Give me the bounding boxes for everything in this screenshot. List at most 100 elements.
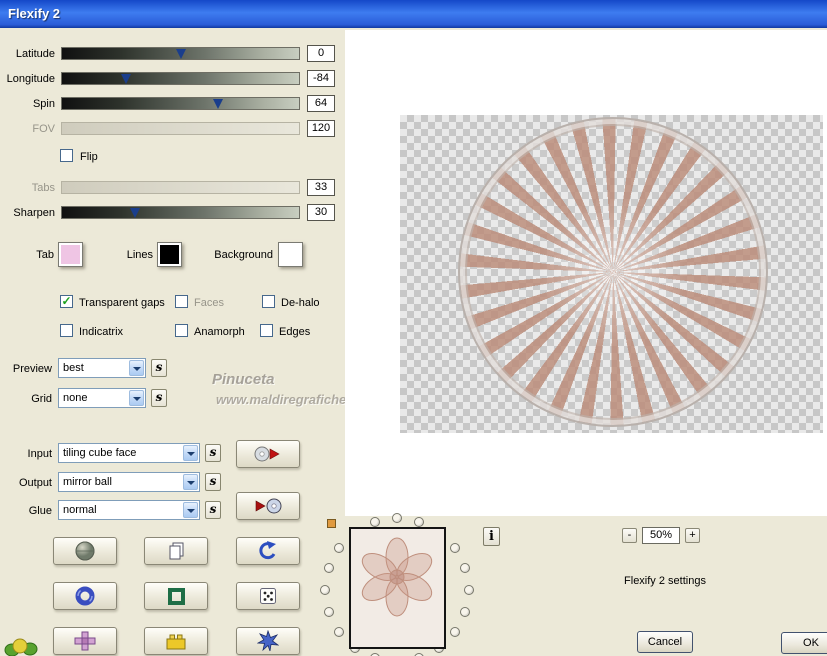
lines-color-swatch[interactable] — [157, 242, 182, 267]
brick-button[interactable] — [144, 627, 208, 655]
undo-button[interactable] — [236, 537, 300, 565]
dice-icon — [260, 588, 276, 604]
anamorph-checkbox[interactable] — [175, 324, 188, 337]
preset-dot[interactable] — [464, 585, 474, 595]
grid-label: Grid — [31, 393, 52, 405]
tabs-label: Tabs — [31, 182, 55, 194]
flexify2-dialog: Flexify 2 Latitude 0 Longitude -84 Spin … — [0, 0, 827, 656]
sphere-button[interactable] — [53, 537, 117, 565]
latitude-value[interactable]: 0 — [307, 45, 335, 62]
flame-flower-icon[interactable] — [4, 634, 40, 656]
star-polyhedron-button[interactable] — [236, 627, 300, 655]
green-frame-icon — [168, 588, 185, 605]
sharpen-row: Sharpen 30 — [0, 204, 345, 224]
transparent-gaps-label: Transparent gaps — [79, 297, 165, 309]
preset-dot[interactable] — [333, 627, 344, 638]
tab-color-swatch[interactable] — [58, 242, 83, 267]
cancel-button[interactable]: Cancel — [637, 631, 693, 653]
spin-value[interactable]: 64 — [307, 95, 335, 112]
preview-select[interactable]: best — [58, 358, 146, 378]
indicatrix-checkbox[interactable] — [60, 324, 73, 337]
flip-label: Flip — [80, 151, 98, 163]
input-random-button[interactable]: s — [205, 444, 221, 462]
torus-button[interactable] — [53, 582, 117, 610]
preset-dot[interactable] — [392, 513, 402, 523]
preview-canvas[interactable] — [345, 30, 827, 516]
thumbnail-flower-image — [361, 537, 433, 617]
chevron-down-icon[interactable] — [183, 474, 198, 490]
preset-dot[interactable] — [414, 516, 425, 527]
slider-thumb[interactable] — [213, 99, 224, 109]
preview-random-button[interactable]: s — [151, 359, 167, 377]
glue-label: Glue — [28, 505, 52, 517]
longitude-label: Longitude — [6, 73, 55, 85]
zoom-out-button[interactable]: - — [622, 528, 637, 543]
tab-color-label: Tab — [36, 249, 54, 261]
background-color-swatch[interactable] — [278, 242, 303, 267]
longitude-slider[interactable] — [61, 72, 300, 85]
input-label: Input — [27, 448, 52, 460]
lines-color-label: Lines — [126, 249, 153, 261]
grid-select[interactable]: none — [58, 388, 146, 408]
selected-preset-slot[interactable] — [327, 519, 336, 528]
spin-slider[interactable] — [61, 97, 300, 110]
flip-checkbox[interactable] — [60, 149, 73, 162]
indicatrix-label: Indicatrix — [79, 326, 124, 338]
preset-dot[interactable] — [450, 542, 461, 553]
input-select[interactable]: tiling cube face — [58, 443, 200, 463]
preset-dot[interactable] — [450, 627, 461, 638]
sharpen-value[interactable]: 30 — [307, 204, 335, 221]
de-halo-checkbox[interactable] — [262, 295, 275, 308]
disc-play-icon — [254, 446, 280, 462]
preset-dot[interactable] — [323, 562, 334, 573]
sphere-icon — [75, 541, 95, 561]
ok-button[interactable]: OK — [781, 632, 827, 654]
faces-label: Faces — [194, 297, 224, 309]
slider-thumb[interactable] — [130, 208, 141, 218]
preset-dot[interactable] — [320, 585, 330, 595]
preset-dot[interactable] — [323, 607, 334, 618]
edges-label: Edges — [279, 326, 311, 338]
titlebar[interactable]: Flexify 2 — [0, 0, 827, 28]
sharpen-slider[interactable] — [61, 206, 300, 219]
slider-thumb[interactable] — [120, 74, 131, 84]
info-button[interactable]: i — [483, 527, 500, 546]
output-label: Output — [18, 477, 52, 489]
spin-row: Spin 64 — [0, 95, 345, 115]
glue-select[interactable]: normal — [58, 500, 200, 520]
tabs-value: 33 — [307, 179, 335, 196]
glue-random-button[interactable]: s — [205, 501, 221, 519]
grid-random-button[interactable]: s — [151, 389, 167, 407]
chevron-down-icon[interactable] — [129, 360, 144, 376]
edges-checkbox[interactable] — [260, 324, 273, 337]
frame-button[interactable] — [144, 582, 208, 610]
chevron-down-icon[interactable] — [129, 390, 144, 406]
preset-dot[interactable] — [369, 516, 380, 527]
transparent-gaps-checkbox[interactable]: ✓ — [60, 295, 73, 308]
dice-button[interactable] — [236, 582, 300, 610]
preset-dot[interactable] — [460, 607, 471, 618]
cross-unfold-button[interactable] — [53, 627, 117, 655]
play-disc-icon — [255, 498, 282, 514]
longitude-row: Longitude -84 — [0, 70, 345, 90]
preview-label: Preview — [12, 363, 52, 375]
zoom-in-button[interactable]: + — [685, 528, 700, 543]
render-disc-button[interactable] — [236, 440, 300, 468]
preset-dot[interactable] — [460, 562, 471, 573]
longitude-value[interactable]: -84 — [307, 70, 335, 87]
play-disc-button[interactable] — [236, 492, 300, 520]
zoom-level: 50% — [642, 527, 680, 544]
window-title: Flexify 2 — [8, 6, 61, 21]
preset-thumbnail[interactable] — [349, 527, 446, 649]
undo-arrow-icon — [259, 541, 276, 560]
preset-dot[interactable] — [333, 542, 344, 553]
latitude-slider[interactable] — [61, 47, 300, 60]
output-random-button[interactable]: s — [205, 473, 221, 491]
chevron-down-icon[interactable] — [183, 445, 198, 461]
tabs-row: Tabs 33 — [0, 179, 345, 199]
fov-value: 120 — [307, 120, 335, 137]
output-select[interactable]: mirror ball — [58, 472, 200, 492]
chevron-down-icon[interactable] — [183, 502, 198, 518]
copy-button[interactable] — [144, 537, 208, 565]
slider-thumb[interactable] — [175, 49, 186, 59]
